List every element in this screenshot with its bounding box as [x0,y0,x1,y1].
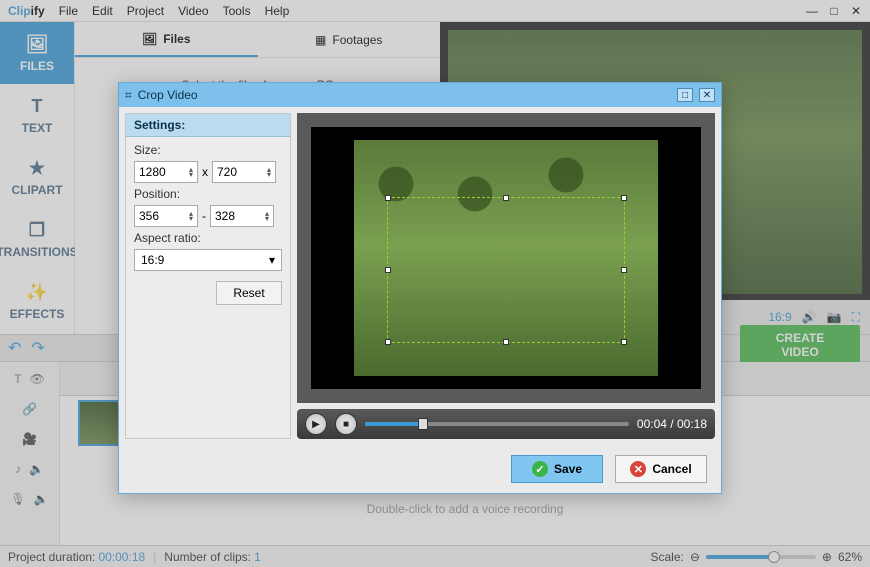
position-x-input[interactable]: 356 ▴▾ [134,205,198,227]
time-sep: / [667,417,677,431]
crop-stage [297,113,715,403]
play-button[interactable]: ▶ [305,413,327,435]
x-icon: ✕ [630,461,646,477]
dialog-maximize-icon[interactable]: □ [677,88,693,102]
crop-rectangle[interactable] [387,197,624,343]
crop-handle-e[interactable] [621,267,627,273]
spinner-icon[interactable]: ▴▾ [267,167,271,177]
settings-panel: Settings: Size: 1280 ▴▾ x 720 ▴▾ Position:… [125,113,291,439]
dialog-close-icon[interactable]: ✕ [699,88,715,102]
aspect-ratio-label: Aspect ratio: [134,231,282,245]
cancel-label: Cancel [652,462,691,476]
position-y-value: 328 [215,209,235,223]
time-current: 00:04 [637,417,667,431]
chevron-down-icon: ▾ [269,253,275,267]
crop-preview-column: ▶ ■ 00:04 / 00:18 [297,113,715,439]
position-dash: - [202,209,206,223]
time-readout: 00:04 / 00:18 [637,417,707,431]
aspect-ratio-select[interactable]: 16:9 ▾ [134,249,282,271]
position-x-value: 356 [139,209,159,223]
crop-handle-w[interactable] [385,267,391,273]
crop-handle-se[interactable] [621,339,627,345]
crop-video-dialog: ⌗ Crop Video □ ✕ Settings: Size: 1280 ▴▾ … [118,82,722,494]
position-label: Position: [134,187,282,201]
settings-header: Settings: [126,114,290,137]
transport-bar: ▶ ■ 00:04 / 00:18 [297,409,715,439]
check-icon: ✓ [532,461,548,477]
crop-icon: ⌗ [125,88,132,103]
spinner-icon[interactable]: ▴▾ [189,167,193,177]
dialog-body: Settings: Size: 1280 ▴▾ x 720 ▴▾ Position:… [119,107,721,445]
spinner-icon[interactable]: ▴▾ [265,211,269,221]
video-frame[interactable] [354,140,658,376]
crop-handle-n[interactable] [503,195,509,201]
seek-slider[interactable] [365,422,629,426]
crop-stage-inner [311,127,701,389]
size-height-value: 720 [217,165,237,179]
reset-button[interactable]: Reset [216,281,282,305]
cancel-button[interactable]: ✕ Cancel [615,455,707,483]
size-width-value: 1280 [139,165,166,179]
aspect-ratio-value: 16:9 [141,253,164,267]
crop-handle-sw[interactable] [385,339,391,345]
size-label: Size: [134,143,282,157]
position-y-input[interactable]: 328 ▴▾ [210,205,274,227]
dialog-footer: ✓ Save ✕ Cancel [119,445,721,493]
time-total: 00:18 [677,417,707,431]
stop-button[interactable]: ■ [335,413,357,435]
dialog-titlebar[interactable]: ⌗ Crop Video □ ✕ [119,83,721,107]
size-x-label: x [202,165,208,179]
crop-handle-ne[interactable] [621,195,627,201]
dialog-title: Crop Video [138,88,198,102]
spinner-icon[interactable]: ▴▾ [189,211,193,221]
size-height-input[interactable]: 720 ▴▾ [212,161,276,183]
save-label: Save [554,462,582,476]
size-width-input[interactable]: 1280 ▴▾ [134,161,198,183]
crop-handle-s[interactable] [503,339,509,345]
save-button[interactable]: ✓ Save [511,455,603,483]
crop-handle-nw[interactable] [385,195,391,201]
